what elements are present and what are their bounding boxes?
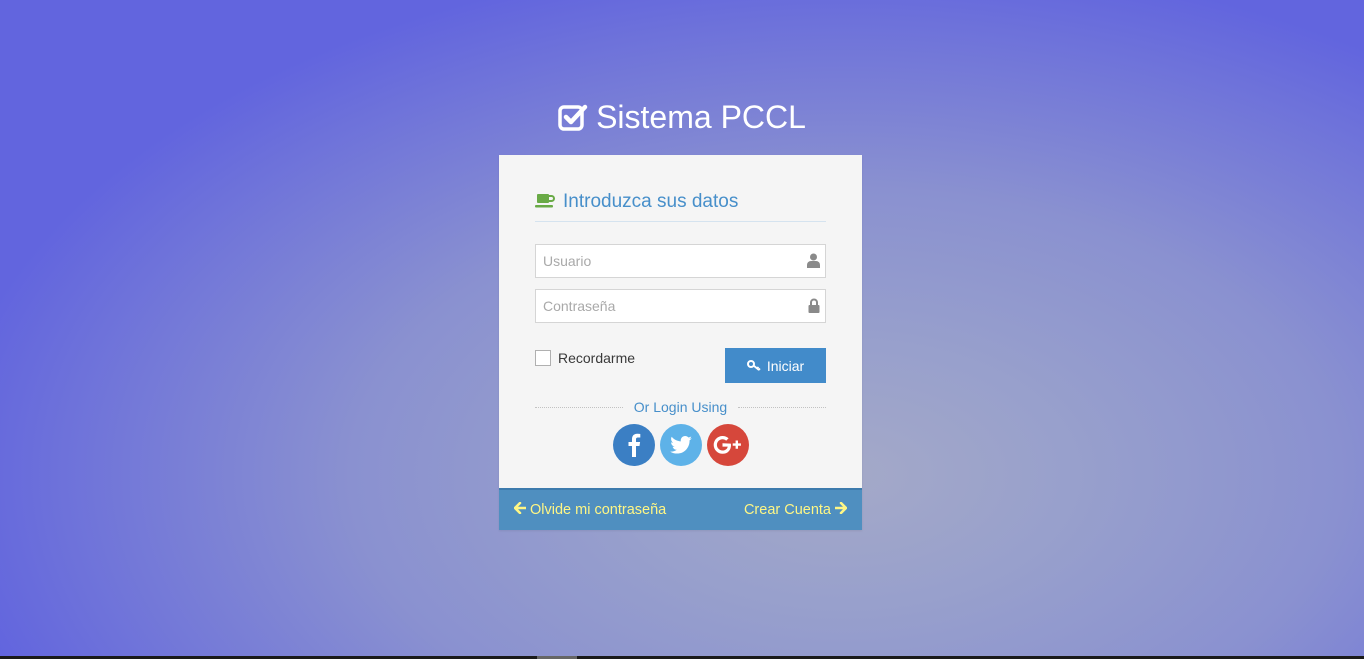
arrow-right-icon [834, 501, 848, 518]
remember-me[interactable]: Recordarme [535, 350, 635, 366]
forgot-password-link[interactable]: Olvide mi contraseña [510, 501, 667, 518]
check-square-icon [558, 100, 588, 140]
app-title: Sistema PCCL [596, 99, 806, 135]
divider-text: Or Login Using [633, 399, 728, 415]
create-account-label: Crear Cuenta [743, 502, 831, 518]
divider-line-right [738, 407, 826, 408]
password-input[interactable] [536, 290, 793, 322]
login-actions: Recordarme Iniciar [535, 323, 826, 383]
user-icon [807, 253, 820, 273]
social-login [535, 424, 826, 466]
lock-icon [808, 298, 820, 318]
username-input[interactable] [536, 245, 793, 277]
login-box: Introduzca sus datos Usuario Recordarme … [499, 155, 862, 530]
forgot-password-label: Olvide mi contraseña [530, 502, 667, 518]
arrow-left-icon [513, 501, 527, 518]
username-field[interactable] [535, 244, 826, 278]
create-account-link[interactable]: Crear Cuenta [743, 501, 851, 518]
password-field[interactable] [535, 289, 826, 323]
twitter-icon[interactable] [659, 424, 702, 466]
remember-checkbox[interactable] [535, 350, 551, 366]
login-button-label: Iniciar [766, 357, 805, 374]
remember-label: Recordarme [558, 350, 636, 366]
login-toolbar: Olvide mi contraseña Crear Cuenta [499, 488, 862, 530]
login-button[interactable]: Iniciar [725, 348, 826, 383]
key-icon [746, 358, 761, 374]
login-heading: Introduzca sus datos [535, 191, 826, 222]
facebook-icon[interactable] [612, 424, 655, 466]
divider-line-left [535, 407, 623, 408]
or-login-divider: Or Login Using [535, 396, 826, 418]
app-brand: Sistema PCCL [0, 97, 1364, 140]
login-heading-text: Introduzca sus datos [563, 191, 739, 212]
coffee-icon [535, 193, 555, 215]
google-plus-icon[interactable] [706, 424, 749, 466]
